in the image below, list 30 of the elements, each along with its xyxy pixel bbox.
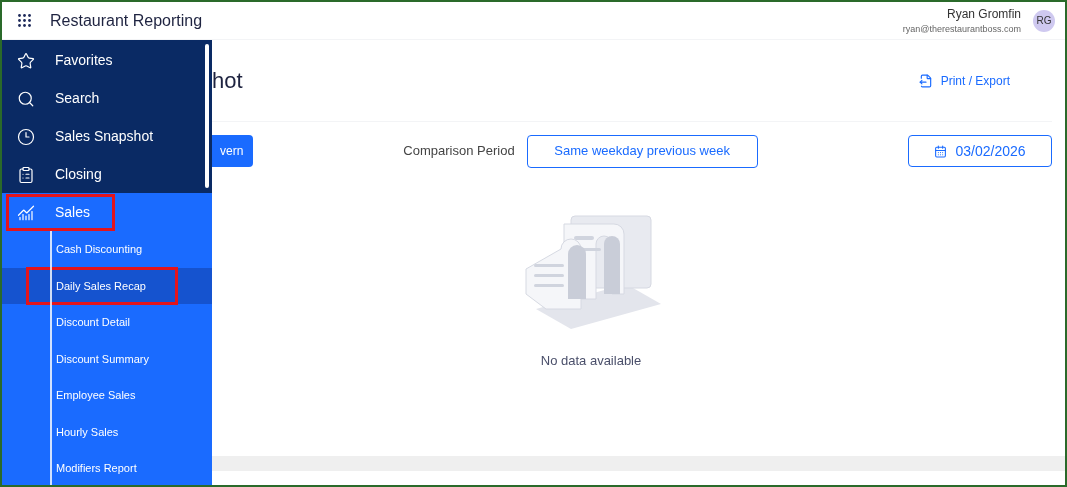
- sidebar-subitem[interactable]: Daily Sales Recap: [26, 266, 178, 305]
- calendar-icon: [934, 144, 948, 158]
- sidebar-item[interactable]: Search: [6, 80, 212, 117]
- user-avatar[interactable]: RG: [1033, 9, 1055, 32]
- sidebar-subitem[interactable]: Cash Discounting: [26, 230, 146, 269]
- star-icon: [17, 51, 35, 70]
- empty-message: No data available: [540, 352, 642, 370]
- sidebar-item[interactable]: Favorites: [6, 42, 212, 79]
- sidebar-subitem[interactable]: Employee Sales: [26, 376, 139, 415]
- sidebar-item[interactable]: Sales: [6, 194, 115, 231]
- app-title: Restaurant Reporting: [50, 10, 203, 31]
- date-picker[interactable]: 03/02/2026: [908, 135, 1052, 167]
- comparison-label: Comparison Period: [403, 142, 515, 161]
- user-name: Ryan Gromfin: [946, 5, 1021, 23]
- page-title: hot: [212, 67, 243, 95]
- user-email: ryan@therestaurantboss.com: [902, 22, 1021, 36]
- app-grid-icon[interactable]: [18, 14, 31, 27]
- sidebar-subitem[interactable]: Discount Detail: [26, 303, 133, 342]
- clipboard-icon: [17, 165, 35, 184]
- bar-chart-icon: [17, 203, 35, 222]
- sidebar-subitem[interactable]: Discount Summary: [26, 339, 152, 378]
- sidebar-item[interactable]: Sales Snapshot: [6, 118, 212, 155]
- sidebar-item[interactable]: Closing: [6, 156, 212, 193]
- sidebar-subitem[interactable]: Hourly Sales: [26, 412, 122, 451]
- sidebar-subitem[interactable]: Modifiers Report: [26, 449, 140, 485]
- file-export-icon: [918, 73, 933, 88]
- print-export-button[interactable]: Print / Export: [918, 71, 1010, 90]
- search-icon: [17, 89, 35, 108]
- location-button[interactable]: vern: [212, 135, 254, 167]
- comparison-dropdown[interactable]: Same weekday previous week: [526, 134, 758, 168]
